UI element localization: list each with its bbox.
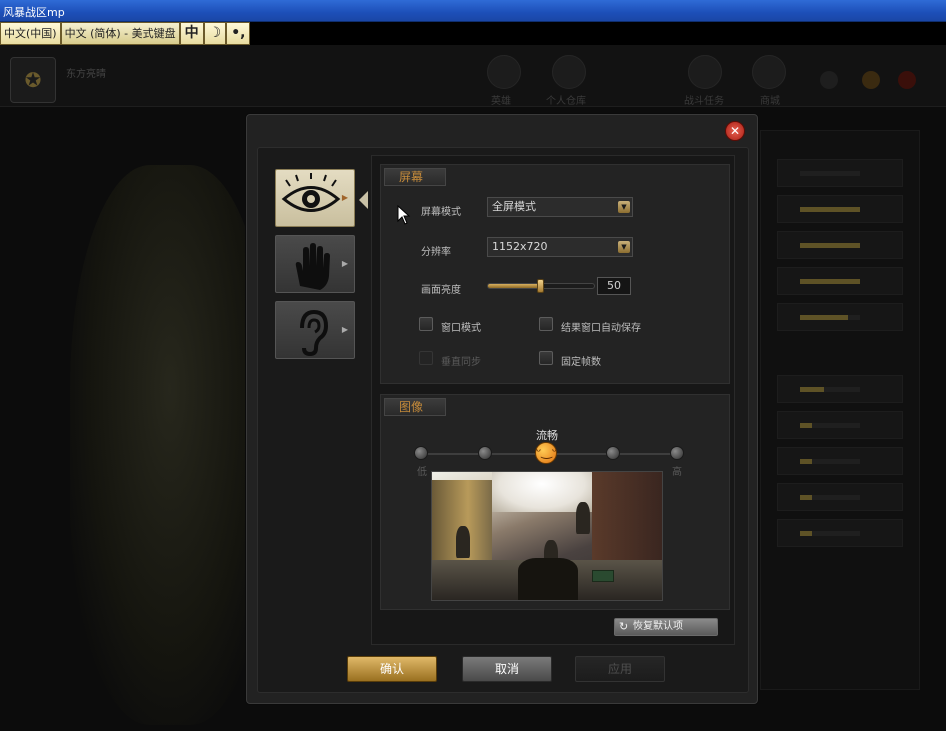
background-stats-panel [760,130,920,690]
nav-mission-icon[interactable] [688,55,722,89]
soldier-character [70,165,270,725]
nav-hero-label: 英雄 [491,96,511,107]
stat-row [777,447,903,475]
screen-mode-select[interactable]: 全屏模式 ▼ [487,197,633,217]
stat-row [777,303,903,331]
nav-shop-icon[interactable] [752,55,786,89]
settings-content: 屏幕 屏幕模式 全屏模式 ▼ 分辨率 1152x720 ▼ 画面亮度 50 窗口… [371,155,735,645]
screen-mode-value: 全屏模式 [492,200,536,213]
image-section: 图像 流畅 ᵕ‿ᵕ 低 高 [380,394,730,610]
refresh-icon: ↻ [619,620,629,633]
window-mode-label: 窗口模式 [441,323,481,334]
quality-level-5[interactable] [670,446,684,460]
window-title: 风暴战区mp [3,6,65,19]
confirm-button[interactable]: 确认 [347,656,437,682]
chevron-down-icon[interactable]: ▼ [618,201,630,213]
player-name: 东方亮晴 [66,69,106,80]
close-icon[interactable]: ✕ [725,121,745,141]
chevron-down-icon[interactable]: ▼ [618,241,630,253]
screen-section-header: 屏幕 [384,168,446,186]
tab-arrow-icon: ▶ [341,259,348,268]
vsync-checkbox [419,351,433,365]
stat-row [777,519,903,547]
nav-hero-icon[interactable] [487,55,521,89]
screen-section: 屏幕 屏幕模式 全屏模式 ▼ 分辨率 1152x720 ▼ 画面亮度 50 窗口… [380,164,730,384]
nav-shop-label: 商城 [760,96,780,107]
brightness-label: 画面亮度 [421,285,461,296]
nav-storage-icon[interactable] [552,55,586,89]
ime-chinese-mode-icon[interactable]: 中 [179,22,204,45]
stat-row [777,411,903,439]
window-title-bar: 风暴战区mp [0,0,946,22]
exit-icon[interactable] [898,71,916,89]
screen-mode-label: 屏幕模式 [421,207,461,218]
stat-row [777,231,903,259]
window-mode-checkbox[interactable] [419,317,433,331]
stat-row [777,483,903,511]
tab-audio[interactable]: ▶ [275,301,355,359]
tab-arrow-icon: ▶ [341,193,348,202]
hand-icon [276,236,346,294]
brightness-slider-thumb[interactable] [537,279,544,293]
stat-row [777,375,903,403]
nav-mission-label: 战斗任务 [684,96,724,107]
quality-selected-label: 流畅 [536,429,558,442]
resolution-select[interactable]: 1152x720 ▼ [487,237,633,257]
ime-toolbar: 中文(中国) 中文 (简体) - 美式键盘 中 ☽ •, [0,22,251,45]
quality-low-label: 低 [417,467,427,478]
quality-selected-smiley-icon[interactable]: ᵕ‿ᵕ [535,442,557,464]
stat-row [777,159,903,187]
quality-level-1[interactable] [414,446,428,460]
eye-icon [276,170,346,228]
fixed-fps-checkbox[interactable] [539,351,553,365]
resolution-value: 1152x720 [492,240,548,253]
rank-badge-icon: ✪ [10,57,56,103]
game-top-bar: ✪ 东方亮晴 英雄 个人仓库 战斗任务 商城 [0,45,946,107]
settings-dialog: ✕ ▶ ▶ ▶ 屏幕 屏幕模式 全屏模式 ▼ 分辨率 1152x720 ▼ 画面… [246,114,758,704]
cancel-button[interactable]: 取消 [462,656,552,682]
tab-arrow-icon: ▶ [341,325,348,334]
restore-defaults-label: 恢复默认项 [633,621,683,632]
mouse-cursor-icon [397,205,411,225]
brightness-value[interactable]: 50 [597,277,631,295]
tab-controls[interactable]: ▶ [275,235,355,293]
ear-icon [276,302,346,360]
tab-pointer [359,191,368,209]
vsync-label: 垂直同步 [441,357,481,368]
help-icon[interactable] [820,71,838,89]
image-section-header: 图像 [384,398,446,416]
apply-button: 应用 [575,656,665,682]
resolution-label: 分辨率 [421,247,451,258]
auto-save-result-checkbox[interactable] [539,317,553,331]
auto-save-result-label: 结果窗口自动保存 [561,323,641,334]
fixed-fps-label: 固定帧数 [561,357,601,368]
ime-punctuation-icon[interactable]: •, [226,22,251,45]
quality-level-2[interactable] [478,446,492,460]
quality-level-4[interactable] [606,446,620,460]
ime-keyboard-layout[interactable]: 中文 (简体) - 美式键盘 [60,22,180,45]
brightness-slider-fill [488,284,541,288]
quality-high-label: 高 [672,467,682,478]
quality-preview-image [431,471,663,601]
settings-icon[interactable] [862,71,880,89]
ime-moon-icon[interactable]: ☽ [203,22,227,45]
restore-defaults-button[interactable]: ↻ 恢复默认项 [614,618,718,636]
stat-row [777,267,903,295]
nav-storage-label: 个人仓库 [546,96,586,107]
stat-row [777,195,903,223]
ime-language[interactable]: 中文(中国) [0,22,61,45]
tab-display[interactable]: ▶ [275,169,355,227]
